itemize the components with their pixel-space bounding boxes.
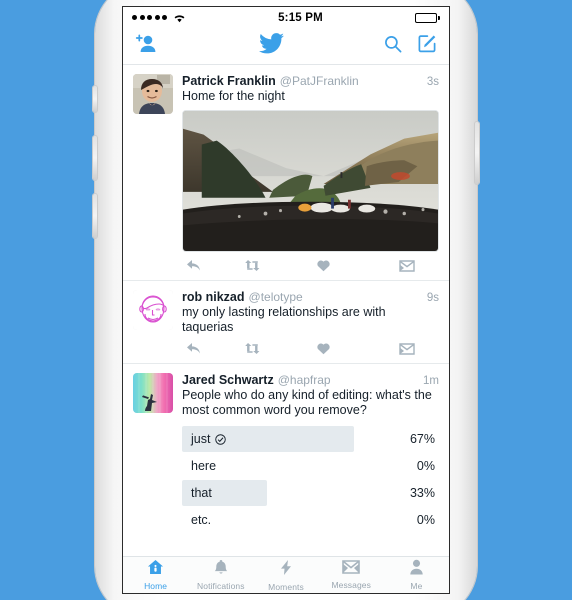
reply-icon[interactable]: [182, 259, 226, 272]
poll-option-label: that: [191, 486, 212, 500]
tweet-text: People who do any kind of editing: what'…: [182, 388, 432, 417]
tweet-item[interactable]: rob nikzad @telotype 9s my only lasting …: [123, 281, 449, 364]
volume-down-button[interactable]: [93, 194, 97, 238]
poll: just 67% here 0% that 33% etc. 0%: [182, 426, 439, 533]
signal-strength-icon: [132, 15, 167, 20]
tab-home[interactable]: Home: [123, 559, 188, 591]
share-icon[interactable]: [355, 342, 439, 355]
lightning-bolt-icon: [280, 559, 292, 581]
phone-device: 5:15 PM Patrick Franklin @PatJFranklin 3…: [93, 0, 479, 600]
tweet-author-handle[interactable]: @PatJFranklin: [280, 74, 359, 88]
tweet-text: Home for the night: [182, 89, 285, 103]
phone-screen: 5:15 PM Patrick Franklin @PatJFranklin 3…: [122, 6, 450, 594]
share-icon[interactable]: [355, 259, 439, 272]
tab-label: Moments: [268, 581, 304, 592]
power-button[interactable]: [475, 122, 479, 184]
tweet-author-handle[interactable]: @telotype: [249, 290, 303, 304]
like-icon[interactable]: [284, 342, 356, 355]
poll-option-label: etc.: [191, 513, 212, 527]
tweet-actions: [182, 342, 439, 355]
tweet-text: my only lasting relationships are with t…: [182, 305, 386, 334]
tab-label: Messages: [331, 580, 371, 590]
battery-icon: [415, 12, 440, 23]
like-icon[interactable]: [284, 259, 356, 272]
tab-label: Notifications: [197, 581, 245, 591]
twitter-bird-logo[interactable]: [258, 33, 284, 59]
tab-moments[interactable]: Moments: [253, 559, 318, 592]
tweet-author-handle[interactable]: @hapfrap: [278, 373, 331, 387]
tweet-timestamp: 3s: [426, 76, 439, 88]
avatar[interactable]: [133, 290, 173, 330]
tweet-actions: [182, 259, 439, 272]
tweet-author-name[interactable]: Jared Schwartz: [182, 373, 274, 387]
voted-check-icon: [215, 433, 227, 445]
add-person-icon[interactable]: [135, 34, 158, 58]
person-icon: [409, 559, 424, 580]
wifi-icon: [173, 13, 186, 23]
tweet-timestamp: 9s: [426, 292, 439, 304]
poll-option-percent: 67%: [409, 432, 435, 446]
tab-notifications[interactable]: Notifications: [188, 559, 253, 591]
tweet-item[interactable]: Jared Schwartz @hapfrap 1m People who do…: [123, 364, 449, 536]
compose-icon[interactable]: [418, 34, 437, 58]
retweet-icon[interactable]: [226, 259, 284, 272]
bell-icon: [213, 559, 229, 580]
poll-option[interactable]: just 67%: [182, 426, 439, 452]
avatar[interactable]: [133, 373, 173, 413]
status-bar-time: 5:15 PM: [278, 11, 323, 24]
nav-bar: [123, 28, 449, 65]
tweet-header: Jared Schwartz @hapfrap 1m: [182, 373, 439, 387]
poll-option[interactable]: etc. 0%: [182, 507, 439, 533]
poll-option-label: here: [191, 459, 217, 473]
envelope-icon: [342, 560, 361, 579]
avatar[interactable]: [133, 74, 173, 114]
tab-label: Me: [410, 581, 423, 591]
home-icon: [147, 559, 164, 580]
poll-option-percent: 0%: [416, 459, 435, 473]
poll-option-percent: 0%: [416, 513, 435, 527]
poll-option-label: just: [191, 432, 211, 446]
tab-me[interactable]: Me: [384, 559, 449, 591]
tweet-header: Patrick Franklin @PatJFranklin 3s: [182, 74, 439, 88]
timeline[interactable]: Patrick Franklin @PatJFranklin 3s Home f…: [123, 65, 449, 556]
volume-up-button[interactable]: [93, 136, 97, 180]
poll-option-percent: 33%: [409, 486, 435, 500]
retweet-icon[interactable]: [226, 342, 284, 355]
tweet-timestamp: 1m: [423, 375, 439, 387]
tab-bar: Home Notifications Moments Messages Me: [123, 556, 449, 593]
tab-messages[interactable]: Messages: [319, 560, 384, 590]
tweet-author-name[interactable]: Patrick Franklin: [182, 74, 276, 88]
tweet-header: rob nikzad @telotype 9s: [182, 290, 439, 304]
status-bar: 5:15 PM: [123, 7, 449, 28]
poll-option[interactable]: here 0%: [182, 453, 439, 479]
tweet-author-name[interactable]: rob nikzad: [182, 290, 245, 304]
search-icon[interactable]: [384, 35, 402, 58]
tweet-photo[interactable]: [182, 110, 439, 252]
tab-label: Home: [144, 581, 168, 591]
reply-icon[interactable]: [182, 342, 226, 355]
poll-option[interactable]: that 33%: [182, 480, 439, 506]
tweet-item[interactable]: Patrick Franklin @PatJFranklin 3s Home f…: [123, 65, 449, 281]
silent-switch[interactable]: [93, 86, 97, 112]
